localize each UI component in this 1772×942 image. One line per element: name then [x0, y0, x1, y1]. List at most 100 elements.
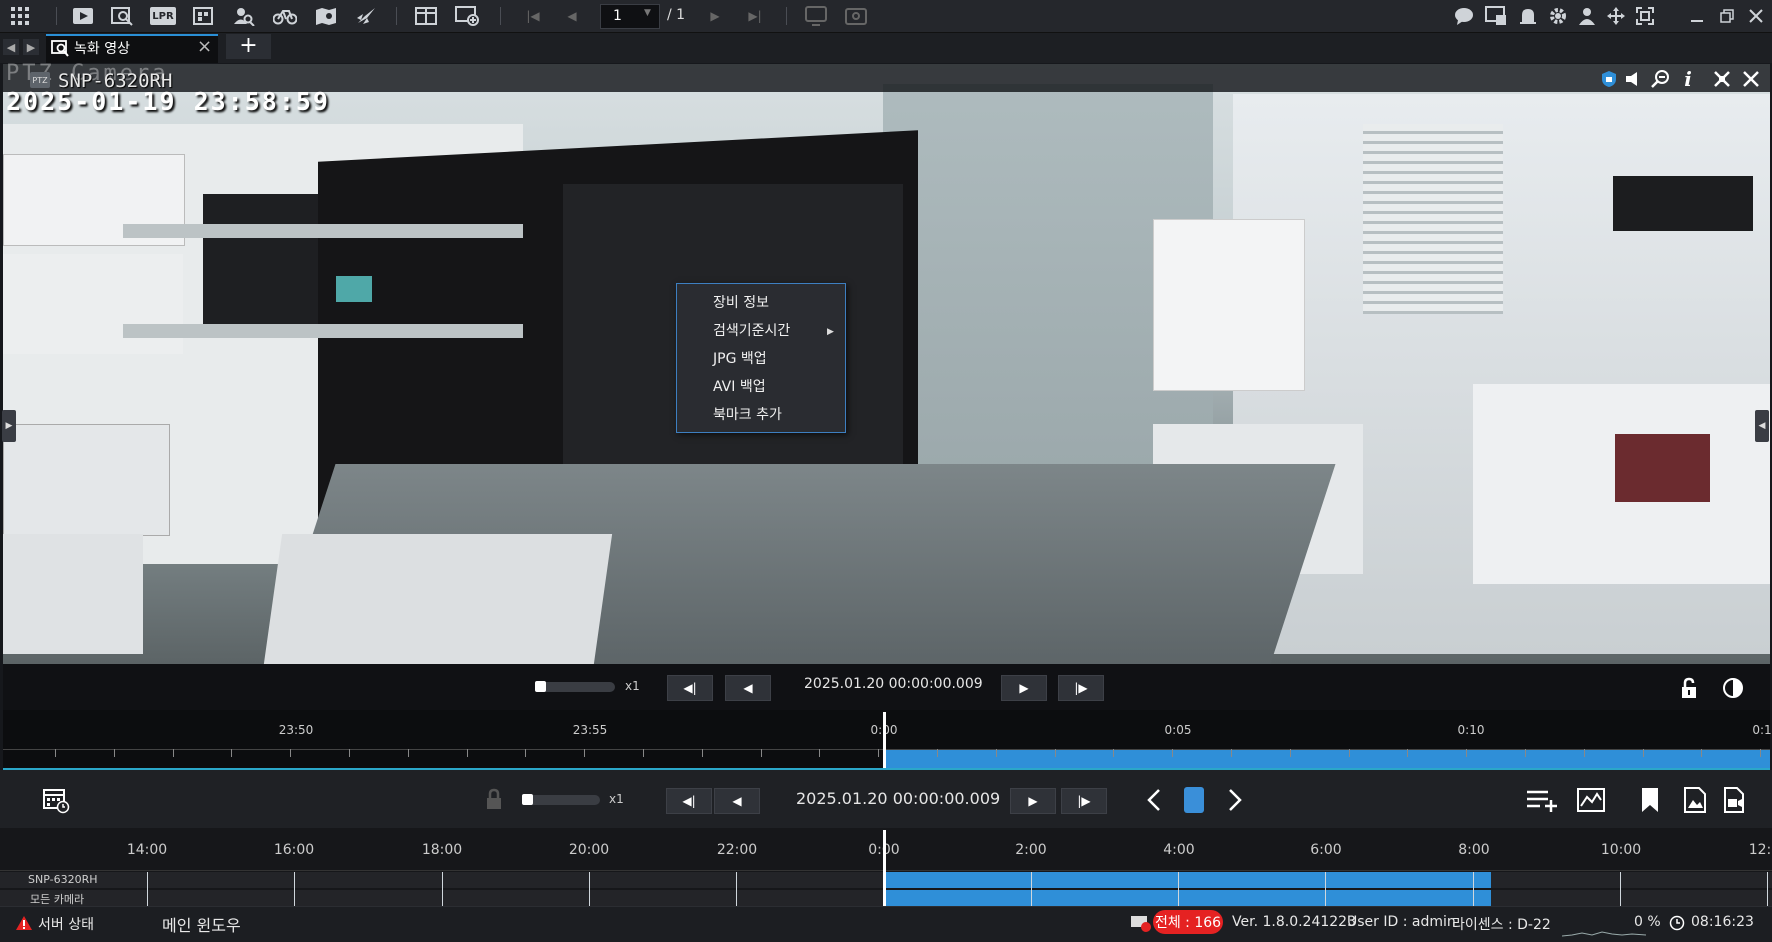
tab-close-icon[interactable]: ×	[197, 36, 212, 57]
move-icon[interactable]	[1606, 6, 1626, 26]
right-panel-toggle[interactable]: ◀	[1755, 410, 1769, 442]
bike-search-icon[interactable]	[272, 5, 298, 27]
speed-slider-handle[interactable]	[535, 681, 546, 692]
speaker-icon[interactable]	[1623, 68, 1645, 90]
tick-mark	[1349, 749, 1350, 757]
tick-mark	[996, 749, 997, 757]
settings-icon[interactable]	[1548, 6, 1568, 26]
recorded-segment	[884, 750, 1770, 768]
speed-slider[interactable]	[537, 682, 615, 692]
tab-label: 녹화 영상	[74, 41, 130, 57]
total-count-badge[interactable]: 전체 : 166	[1153, 910, 1223, 934]
speed-slider-handle[interactable]	[522, 794, 533, 805]
play-button[interactable]: ▶	[1010, 788, 1056, 814]
chevron-right-icon: ▶	[827, 327, 834, 337]
step-forward-button[interactable]: |▶	[1061, 788, 1107, 814]
video-view[interactable]	[3, 64, 1770, 664]
menu-item-add-bookmark[interactable]: 북마크 추가	[713, 404, 782, 424]
user-icon[interactable]	[1577, 6, 1597, 26]
tab-playback[interactable]	[46, 34, 218, 63]
live-view-icon[interactable]	[71, 5, 95, 27]
fit-icon[interactable]	[1635, 6, 1655, 26]
grid-icon[interactable]	[10, 6, 30, 26]
warning-icon	[14, 913, 34, 933]
step-back-button[interactable]: ◀|	[667, 675, 713, 701]
tick-mark	[1290, 749, 1291, 757]
clock-icon	[1668, 914, 1686, 932]
step-back-button[interactable]: ◀|	[666, 788, 712, 814]
close-video-icon[interactable]	[1740, 68, 1762, 90]
chevron-right-icon[interactable]	[1224, 786, 1246, 814]
tick-label: 16:00	[273, 842, 315, 858]
tick-mark	[1760, 749, 1761, 757]
tab-scroll-right-icon[interactable]: ▶	[23, 39, 39, 55]
prev-page-icon[interactable]: ◀	[564, 8, 580, 24]
sequence-icon[interactable]	[844, 5, 868, 27]
menu-item-device-info[interactable]: 장비 정보	[713, 292, 769, 312]
add-list-icon[interactable]	[1525, 786, 1561, 814]
search-playback-icon[interactable]	[110, 5, 134, 27]
chart-icon[interactable]	[1575, 786, 1607, 814]
image-export-icon[interactable]	[1682, 786, 1708, 814]
tick-mark	[819, 749, 820, 757]
tick-mark	[1178, 872, 1179, 906]
bookmark-icon[interactable]	[1637, 786, 1663, 814]
tick-mark	[231, 749, 232, 757]
left-panel-toggle[interactable]: ▶	[2, 410, 16, 442]
lpr-icon[interactable]: LPR	[150, 7, 176, 25]
tick-mark	[878, 749, 879, 757]
monitor-icon[interactable]	[804, 5, 828, 27]
info-icon[interactable]: i	[1680, 67, 1696, 91]
menu-item-jpg-backup[interactable]: JPG 백업	[713, 348, 767, 368]
play-button[interactable]: ▶	[1001, 675, 1047, 701]
close-icon[interactable]	[1746, 6, 1766, 26]
contrast-icon[interactable]	[1721, 676, 1745, 700]
event-search-icon[interactable]	[192, 6, 214, 26]
video-export-icon[interactable]	[1723, 786, 1751, 814]
step-forward-icon: |▶	[1077, 794, 1091, 808]
timeline-divider	[0, 870, 1772, 871]
layout-icon[interactable]	[414, 5, 438, 27]
lock-icon[interactable]	[483, 786, 505, 812]
playhead[interactable]	[883, 830, 886, 906]
play-icon: ▶	[1019, 681, 1029, 695]
playback-datetime: 2025.01.20 00:00:00.009	[804, 676, 983, 692]
menu-item-search-reference-time[interactable]: 검색기준시간	[713, 320, 790, 340]
play-icon: ▶	[1028, 794, 1038, 808]
next-page-icon[interactable]: ▶	[707, 8, 723, 24]
tab-scroll-left-icon[interactable]: ◀	[3, 39, 19, 55]
calendar-icon[interactable]	[42, 786, 70, 814]
reverse-play-button[interactable]: ◀	[725, 675, 771, 701]
menu-item-avi-backup[interactable]: AVI 백업	[713, 376, 766, 396]
tick-label: 20:00	[568, 842, 610, 858]
device-icon[interactable]	[1485, 5, 1507, 27]
chevron-left-icon[interactable]	[1143, 786, 1165, 814]
face-search-icon[interactable]	[232, 5, 256, 27]
tick-label: 2:00	[1015, 842, 1047, 858]
playhead[interactable]	[883, 712, 886, 768]
fullscreen-icon[interactable]	[1711, 68, 1733, 90]
shield-icon[interactable]	[1598, 68, 1620, 90]
tick-mark	[1643, 749, 1644, 757]
zoom-icon[interactable]	[1649, 68, 1671, 90]
chat-icon[interactable]	[1454, 6, 1474, 26]
restore-icon[interactable]	[1717, 6, 1737, 26]
add-tab-button[interactable]: +	[226, 34, 271, 59]
first-page-icon[interactable]: |◀	[525, 8, 541, 24]
speed-slider[interactable]	[525, 795, 600, 805]
page-select[interactable]	[600, 4, 660, 29]
tick-mark	[467, 749, 468, 757]
alarm-icon[interactable]	[1518, 6, 1538, 26]
add-layout-icon[interactable]	[454, 5, 480, 27]
last-page-icon[interactable]: ▶|	[746, 8, 764, 24]
current-camera-indicator[interactable]	[1184, 787, 1204, 813]
minimize-icon[interactable]	[1687, 6, 1707, 26]
tick-label: 4:00	[1163, 842, 1195, 858]
step-forward-button[interactable]: |▶	[1058, 675, 1104, 701]
chevron-down-icon: ▼	[644, 8, 651, 18]
lock-icon[interactable]	[1678, 676, 1700, 700]
rocket-icon[interactable]	[354, 5, 378, 27]
reverse-play-button[interactable]: ◀	[714, 788, 760, 814]
server-status-label[interactable]: 서버 상태	[38, 914, 94, 934]
map-search-icon[interactable]	[314, 5, 338, 27]
